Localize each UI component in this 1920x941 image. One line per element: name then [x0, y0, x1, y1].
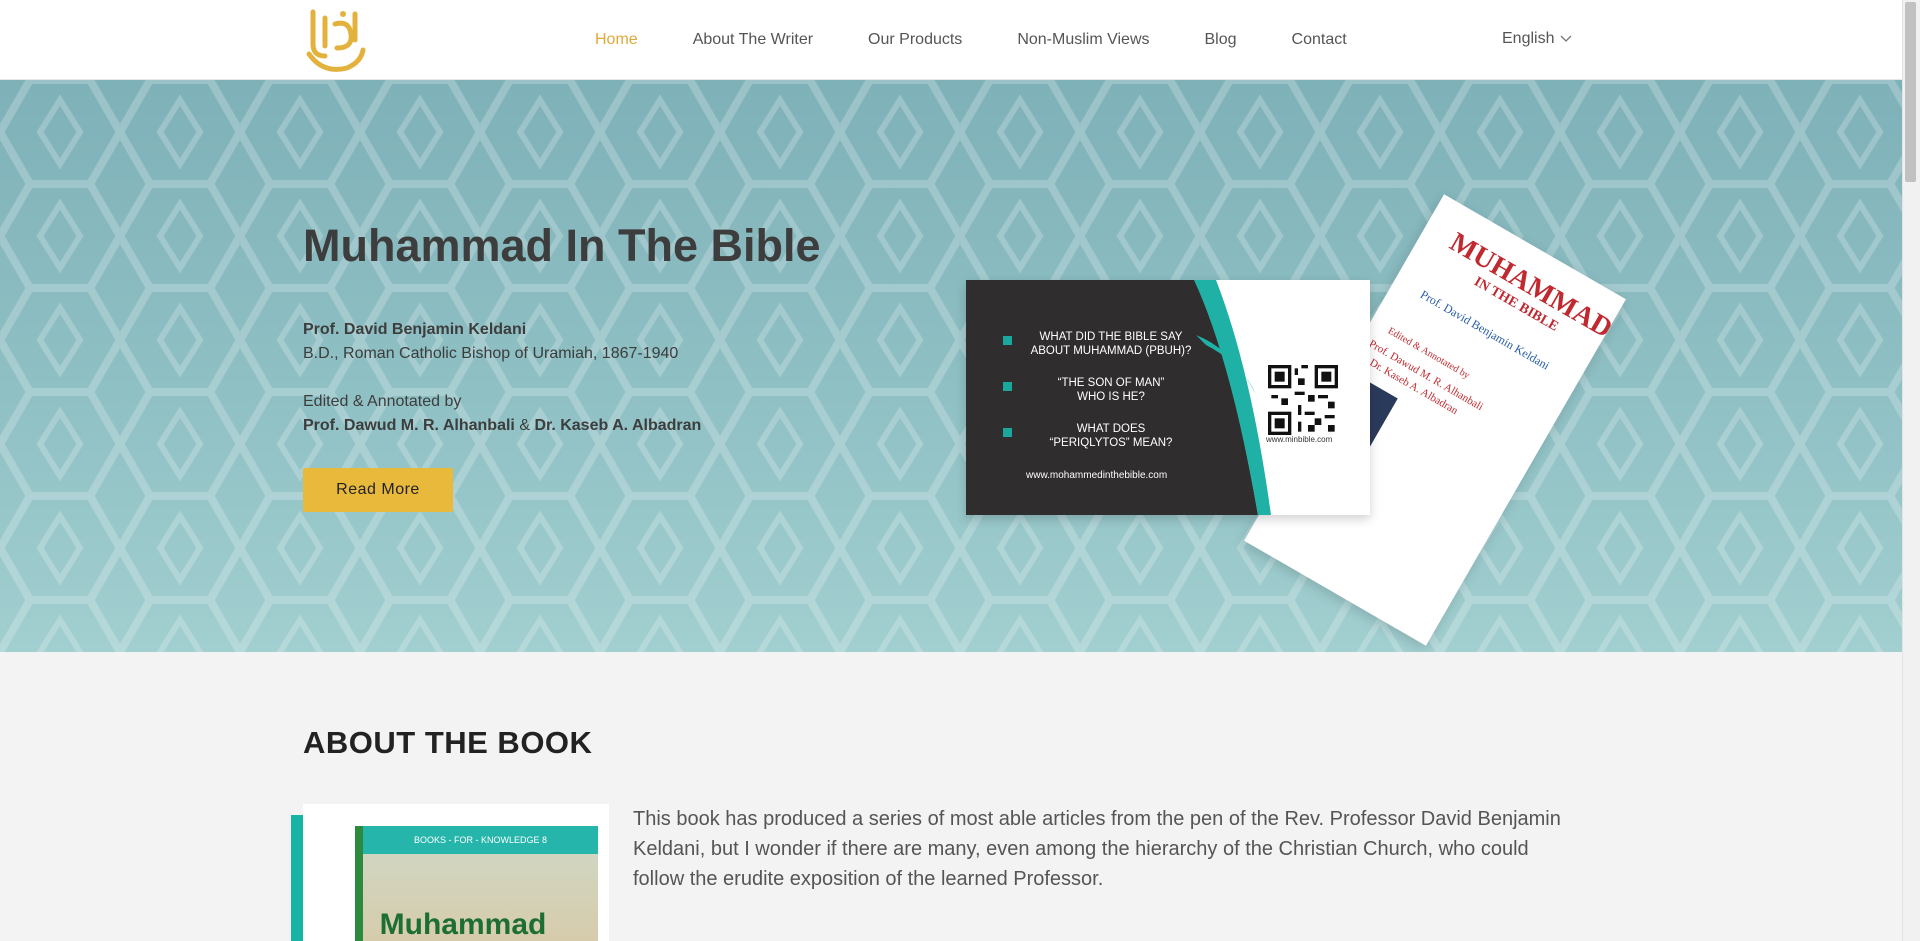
nav-blog[interactable]: Blog [1205, 31, 1237, 49]
author-block: Prof. David Benjamin Keldani B.D., Roman… [303, 318, 678, 366]
author-description: B.D., Roman Catholic Bishop of Uramiah, … [303, 345, 679, 362]
scrollbar-thumb[interactable] [1905, 2, 1916, 182]
hero-background-pattern [0, 80, 1902, 652]
edited-by-label: Edited & Annotated by [303, 393, 462, 410]
read-more-button[interactable]: Read More [303, 468, 453, 512]
nav-contact[interactable]: Contact [1292, 31, 1347, 49]
author-name: Prof. David Benjamin Keldani [303, 321, 527, 338]
nav-our-products[interactable]: Our Products [868, 31, 962, 49]
book-3d-cover: BOOKS - FOR - KNOWLEDGE 8 Muhammad [355, 826, 598, 941]
editor-1: Prof. Dawud M. R. Alhanbali [303, 417, 515, 434]
language-selector[interactable]: English [1502, 30, 1572, 48]
chevron-down-icon [1561, 35, 1572, 42]
language-label: English [1502, 30, 1555, 47]
book-band-text: BOOKS - FOR - KNOWLEDGE 8 [363, 826, 598, 854]
cover-accent-bar [291, 815, 303, 941]
ampersand: & [519, 417, 530, 434]
promo-card-image: WHAT DID THE BIBLE SAY ABOUT MUHAMMAD (P… [966, 280, 1370, 515]
hero-section: Muhammad In The Bible Prof. David Benjam… [0, 80, 1902, 652]
top-navigation-bar: Home About The Writer Our Products Non-M… [0, 0, 1902, 80]
about-section-title: ABOUT THE BOOK [303, 725, 593, 760]
nav-about-the-writer[interactable]: About The Writer [693, 31, 813, 49]
card-question-2: “THE SON OF MAN” WHO IS HE? [1001, 376, 1201, 404]
card-url: www.mohammedinthebible.com [1026, 470, 1168, 481]
site-logo[interactable] [303, 4, 367, 76]
book-cover-title: Muhammad [379, 908, 547, 941]
qr-url: www.minbible.com [1266, 435, 1333, 444]
qr-code-icon [1268, 365, 1338, 435]
card-question-1: WHAT DID THE BIBLE SAY ABOUT MUHAMMAD (P… [1001, 330, 1201, 358]
card-question-3: WHAT DOES “PERIQLYTOS” MEAN? [1001, 422, 1201, 450]
bullet-icon [1003, 382, 1012, 391]
bullet-icon [1003, 336, 1012, 345]
editors-block: Edited & Annotated by Prof. Dawud M. R. … [303, 390, 701, 438]
bullet-icon [1003, 428, 1012, 437]
editor-2: Dr. Kaseb A. Albadran [534, 417, 702, 434]
nav-non-muslim-views[interactable]: Non-Muslim Views [1017, 31, 1149, 49]
about-description: This book has produced a series of most … [633, 808, 1561, 890]
main-nav: Home About The Writer Our Products Non-M… [595, 0, 1402, 79]
book-cover-image: BOOKS - FOR - KNOWLEDGE 8 Muhammad [303, 804, 609, 941]
nav-home[interactable]: Home [595, 31, 638, 49]
hero-title: Muhammad In The Bible [303, 220, 821, 271]
